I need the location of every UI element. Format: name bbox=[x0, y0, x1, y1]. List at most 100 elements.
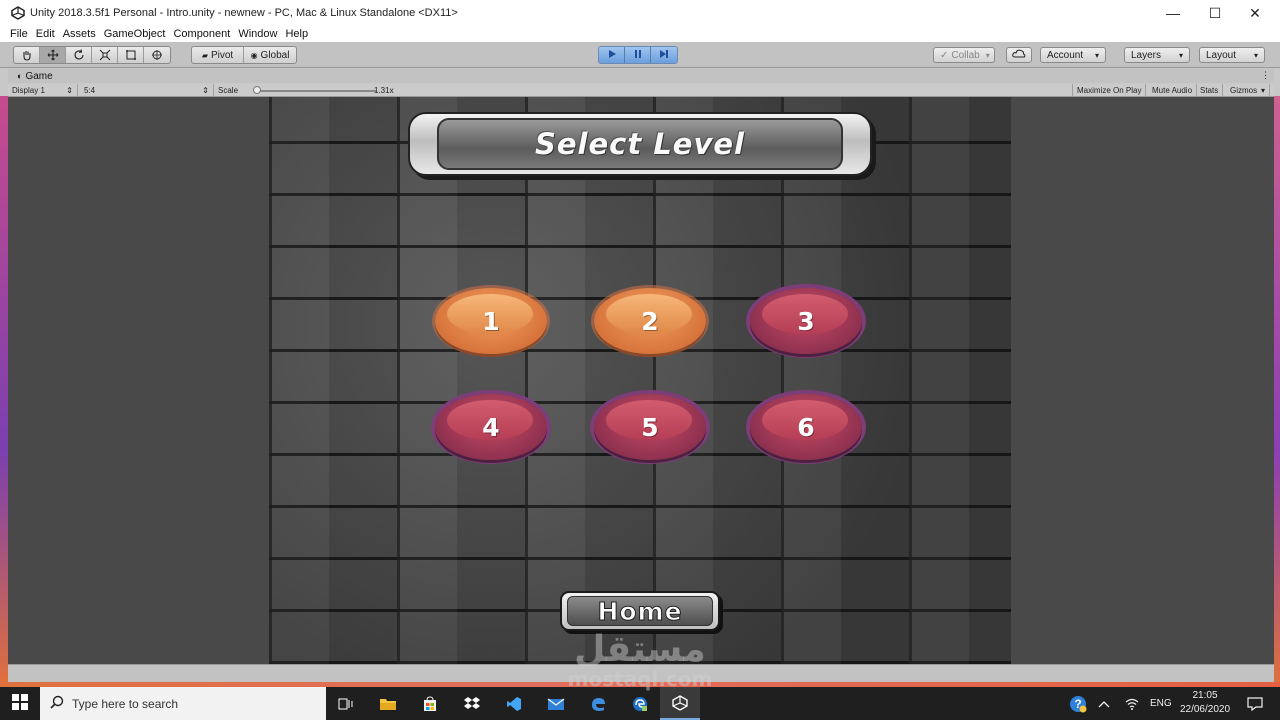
brick-texture bbox=[269, 97, 1011, 664]
banner-inner: Select Level bbox=[437, 118, 843, 170]
gizmos-dropdown[interactable]: Gizmos ▾ bbox=[1226, 84, 1270, 96]
play-icon bbox=[607, 49, 617, 62]
collab-label: Collab bbox=[951, 49, 980, 61]
chevron-down-icon: ▾ bbox=[1178, 50, 1183, 60]
menu-assets[interactable]: Assets bbox=[63, 28, 96, 40]
transform-tool-icon[interactable] bbox=[144, 47, 170, 63]
play-button[interactable] bbox=[599, 47, 625, 63]
game-canvas-brick-wall bbox=[269, 97, 1011, 664]
panel-menu-icon[interactable]: ⋮ bbox=[1261, 70, 1270, 81]
watermark-arabic: مستقل bbox=[574, 629, 706, 670]
home-button[interactable]: Home bbox=[560, 591, 720, 631]
rotate-tool-icon[interactable] bbox=[66, 47, 92, 63]
layout-dropdown[interactable]: Layout ▾ bbox=[1199, 47, 1265, 63]
start-button[interactable] bbox=[0, 687, 40, 720]
chevron-up-icon[interactable] bbox=[1098, 687, 1110, 720]
taskbar-search[interactable]: Type here to search bbox=[40, 687, 326, 720]
pause-button[interactable] bbox=[625, 47, 651, 63]
scale-tool-icon[interactable] bbox=[92, 47, 118, 63]
pivot-label: Pivot bbox=[210, 49, 234, 61]
stats-toggle[interactable]: Stats bbox=[1196, 84, 1224, 96]
layers-dropdown[interactable]: Layers ▾ bbox=[1124, 47, 1190, 63]
edge-icon[interactable] bbox=[578, 687, 618, 720]
scale-value: 1.31x bbox=[374, 85, 394, 95]
menu-edit[interactable]: Edit bbox=[36, 28, 55, 40]
level-2-button[interactable]: 2 bbox=[594, 288, 706, 354]
account-label: Account bbox=[1047, 49, 1084, 61]
clock-date: 22/06/2020 bbox=[1179, 704, 1231, 715]
collab-check-icon: ✓ bbox=[940, 49, 949, 61]
chevron-down-icon: ▾ bbox=[1094, 50, 1099, 60]
step-icon bbox=[659, 49, 669, 62]
window-title: Unity 2018.3.5f1 Personal - Intro.unity … bbox=[30, 7, 458, 19]
mute-audio-toggle[interactable]: Mute Audio bbox=[1148, 84, 1198, 96]
level-3-button[interactable]: 3 bbox=[750, 288, 862, 354]
dropbox-icon[interactable] bbox=[452, 687, 492, 720]
pivot-global-group: ▰ Pivot ◉ Global bbox=[191, 46, 297, 64]
minimize-button-2[interactable]: — bbox=[1150, 0, 1196, 26]
desktop-wallpaper-right bbox=[1274, 96, 1280, 686]
language-indicator[interactable]: ENG bbox=[1150, 687, 1172, 720]
global-icon: ◉ bbox=[250, 50, 258, 60]
display-dropdown[interactable]: Display 1 ⇕ bbox=[8, 84, 78, 96]
close-button[interactable]: ✕ bbox=[1232, 0, 1278, 26]
taskbar-clock[interactable]: 21:05 22/06/2020 bbox=[1178, 689, 1232, 717]
menu-component[interactable]: Component bbox=[173, 28, 230, 40]
tab-game[interactable]: ◖ Game bbox=[8, 71, 53, 82]
gizmos-label: Gizmos bbox=[1230, 85, 1258, 95]
level-6-button[interactable]: 6 bbox=[750, 394, 862, 460]
home-label: Home bbox=[597, 596, 683, 626]
level-4-button[interactable]: 4 bbox=[435, 394, 547, 460]
visual-studio-icon[interactable] bbox=[494, 687, 534, 720]
level-5-button[interactable]: 5 bbox=[594, 394, 706, 460]
maximize-on-play-toggle[interactable]: Maximize On Play bbox=[1072, 84, 1147, 96]
menu-file[interactable]: File bbox=[10, 28, 28, 40]
move-tool-icon[interactable] bbox=[40, 47, 66, 63]
game-tab-row: ◖ Game ⋮ bbox=[8, 69, 1274, 83]
global-toggle[interactable]: ◉ Global bbox=[244, 47, 296, 63]
scale-slider-thumb[interactable] bbox=[253, 86, 261, 94]
tab-game-label: Game bbox=[25, 70, 53, 82]
collab-dropdown[interactable]: ✓ Collab ▾ bbox=[933, 47, 995, 63]
wifi-icon[interactable] bbox=[1124, 687, 1140, 720]
level-number: 6 bbox=[797, 412, 815, 442]
windows-logo-icon bbox=[12, 694, 28, 713]
hand-tool-icon[interactable] bbox=[14, 47, 40, 63]
watermark-latin: mostaql.com bbox=[567, 667, 713, 691]
level-number: 3 bbox=[797, 306, 815, 336]
display-label: Display 1 bbox=[12, 85, 45, 95]
notification-center-icon[interactable] bbox=[1240, 687, 1270, 720]
cloud-button[interactable] bbox=[1006, 47, 1032, 63]
unity-taskbar-icon[interactable] bbox=[660, 687, 700, 720]
unity-logo-icon bbox=[10, 5, 26, 21]
menu-gameobject[interactable]: GameObject bbox=[104, 28, 166, 40]
task-view-icon[interactable] bbox=[326, 687, 366, 720]
level-number: 5 bbox=[641, 412, 659, 442]
aspect-dropdown[interactable]: 5:4 ⇕ bbox=[80, 84, 214, 96]
pivot-icon: ▰ bbox=[201, 50, 208, 60]
rect-tool-icon[interactable] bbox=[118, 47, 144, 63]
menu-help[interactable]: Help bbox=[285, 28, 308, 40]
menu-window[interactable]: Window bbox=[238, 28, 277, 40]
level-number: 4 bbox=[482, 412, 500, 442]
mail-icon[interactable] bbox=[536, 687, 576, 720]
account-dropdown[interactable]: Account ▾ bbox=[1040, 47, 1106, 63]
chevron-updown-icon: ⇕ bbox=[202, 85, 209, 95]
edge-dev-icon[interactable] bbox=[620, 687, 660, 720]
pivot-toggle[interactable]: ▰ Pivot bbox=[192, 47, 245, 63]
game-view-controls: Display 1 ⇕ 5:4 ⇕ Scale 1.31x Maximize O… bbox=[8, 84, 1274, 97]
window-titlebar: Unity 2018.3.5f1 Personal - Intro.unity … bbox=[0, 0, 1280, 26]
store-icon[interactable] bbox=[410, 687, 450, 720]
scale-slider-track[interactable] bbox=[254, 90, 376, 92]
mostaql-watermark: مستقل mostaql.com bbox=[560, 629, 720, 691]
chevron-down-icon: ▾ bbox=[985, 50, 990, 60]
global-label: Global bbox=[260, 49, 290, 61]
cloud-icon bbox=[1012, 49, 1026, 61]
level-1-button[interactable]: 1 bbox=[435, 288, 547, 354]
help-tray-icon[interactable]: ? bbox=[1068, 687, 1088, 720]
select-level-title: Select Level bbox=[535, 127, 745, 161]
playback-controls bbox=[598, 46, 678, 64]
desktop-wallpaper-left bbox=[0, 96, 8, 686]
file-explorer-icon[interactable] bbox=[368, 687, 408, 720]
step-button[interactable] bbox=[651, 47, 677, 63]
